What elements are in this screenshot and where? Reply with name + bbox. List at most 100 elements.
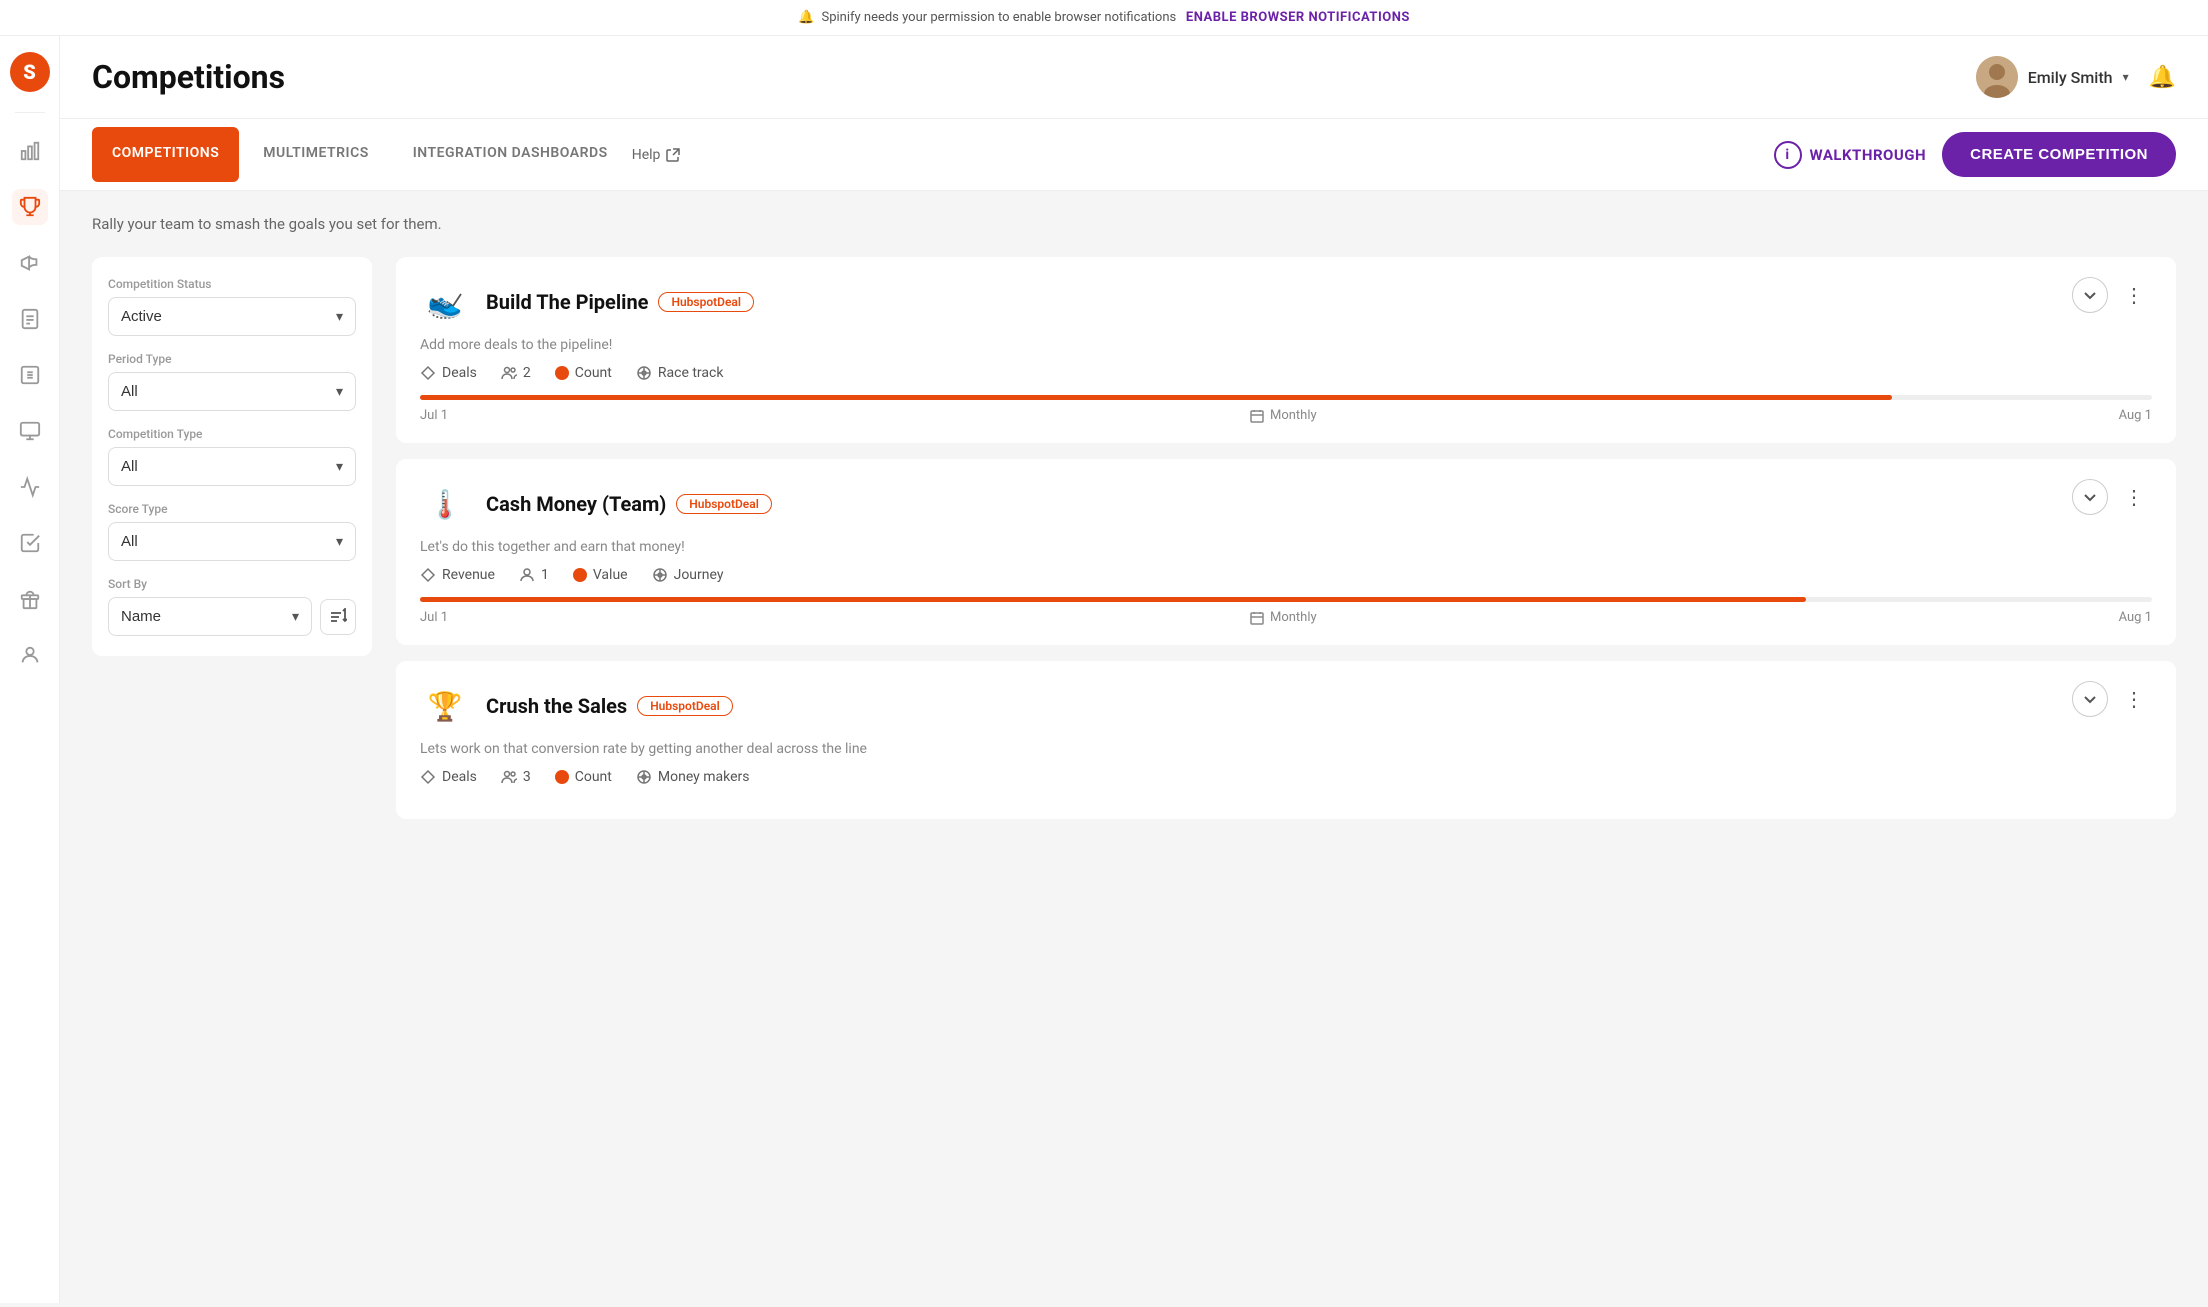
- sort-direction-button[interactable]: [320, 599, 356, 635]
- user-profile[interactable]: Emily Smith ▾: [1976, 56, 2129, 98]
- meta-score-type: Value: [573, 567, 628, 583]
- page-subtitle: Rally your team to smash the goals you s…: [92, 215, 2176, 233]
- tab-competitions[interactable]: COMPETITIONS: [92, 127, 239, 182]
- tab-multimetrics[interactable]: MULTIMETRICS: [243, 127, 389, 182]
- card-meta: Deals 2 Count: [420, 365, 2152, 381]
- card-title-group: Cash Money (Team) HubspotDeal: [486, 492, 772, 516]
- meta-metric: Deals: [420, 365, 477, 381]
- progress-bar: [420, 597, 1806, 602]
- avatar: [1976, 56, 2018, 98]
- tab-integration-dashboards[interactable]: INTEGRATION DASHBOARDS: [393, 127, 628, 182]
- notification-bell-icon[interactable]: 🔔: [2149, 65, 2176, 90]
- sidebar: S: [0, 36, 60, 1303]
- notification-text: Spinify needs your permission to enable …: [821, 10, 1176, 25]
- walkthrough-icon: i: [1774, 141, 1802, 169]
- sort-by-select-wrapper: Name Date Created Start Date End Date ▾: [108, 597, 312, 636]
- header-right: Emily Smith ▾ 🔔: [1976, 56, 2176, 98]
- content-row: Competition Status Active All Inactive S…: [92, 257, 2176, 819]
- meta-label: Deals: [442, 769, 477, 785]
- notification-bar: 🔔 Spinify needs your permission to enabl…: [0, 0, 2208, 36]
- sidebar-item-handshake[interactable]: [12, 525, 48, 561]
- date-end: Aug 1: [2119, 610, 2152, 625]
- card-meta: Deals 3 Count: [420, 769, 2152, 785]
- card-title: Build The Pipeline HubspotDeal: [486, 290, 754, 314]
- sidebar-item-bar-chart[interactable]: [12, 133, 48, 169]
- meta-competition-type: Race track: [636, 365, 724, 381]
- filter-panel: Competition Status Active All Inactive S…: [92, 257, 372, 656]
- sidebar-item-monitor[interactable]: [12, 413, 48, 449]
- card-dates: Jul 1 Monthly Aug 1: [420, 408, 2152, 423]
- sidebar-item-chart-line[interactable]: [12, 469, 48, 505]
- meta-metric: Deals: [420, 769, 477, 785]
- date-period: Monthly: [1250, 610, 1317, 625]
- card-header: 🏆 Crush the Sales HubspotDeal: [420, 681, 2152, 731]
- progress-bar-container: [420, 395, 2152, 400]
- walkthrough-label: WALKTHROUGH: [1810, 146, 1927, 164]
- progress-bar: [420, 395, 1892, 400]
- sidebar-item-report[interactable]: [12, 301, 48, 337]
- period-type-select-wrapper: All Daily Weekly Monthly ▾: [108, 372, 356, 411]
- meta-label: Deals: [442, 365, 477, 381]
- card-more-button[interactable]: ⋮: [2116, 279, 2152, 311]
- card-expand-button[interactable]: [2072, 479, 2108, 515]
- competition-card: 🏆 Crush the Sales HubspotDeal: [396, 661, 2176, 819]
- main-content: Competitions Emily Smith ▾ 🔔 COMPETITION…: [60, 36, 2208, 1303]
- sidebar-logo[interactable]: S: [10, 52, 50, 92]
- card-title-group: Build The Pipeline HubspotDeal: [486, 290, 754, 314]
- user-name: Emily Smith: [2028, 68, 2113, 87]
- notification-bell-icon: 🔔: [798, 10, 814, 25]
- competition-title-text: Build The Pipeline: [486, 290, 648, 314]
- competition-type-select[interactable]: All Individual Team: [109, 448, 355, 485]
- meta-score-label: Count: [575, 769, 612, 785]
- enable-notifications-link[interactable]: ENABLE BROWSER NOTIFICATIONS: [1186, 10, 1410, 25]
- period-type-label: Period Type: [108, 352, 356, 366]
- sidebar-item-megaphone[interactable]: [12, 245, 48, 281]
- competition-status-label: Competition Status: [108, 277, 356, 291]
- competition-icon: 👟: [420, 277, 470, 327]
- score-type-filter: Score Type All Count Value Average ▾: [108, 502, 356, 561]
- user-dropdown-chevron: ▾: [2123, 70, 2129, 84]
- walkthrough-button[interactable]: i WALKTHROUGH: [1774, 141, 1927, 169]
- meta-score-label: Count: [575, 365, 612, 381]
- competition-title-text: Crush the Sales: [486, 694, 627, 718]
- card-more-button[interactable]: ⋮: [2116, 683, 2152, 715]
- meta-type-label: Race track: [658, 365, 724, 381]
- competition-status-filter: Competition Status Active All Inactive S…: [108, 277, 356, 336]
- help-link[interactable]: Help: [632, 147, 681, 163]
- sidebar-item-list[interactable]: [12, 357, 48, 393]
- competition-type-filter: Competition Type All Individual Team ▾: [108, 427, 356, 486]
- sidebar-item-users[interactable]: [12, 637, 48, 673]
- card-expand-button[interactable]: [2072, 681, 2108, 717]
- period-label: Monthly: [1270, 408, 1317, 423]
- period-type-select[interactable]: All Daily Weekly Monthly: [109, 373, 355, 410]
- card-header-left: 🌡️ Cash Money (Team) HubspotDeal: [420, 479, 772, 529]
- card-more-button[interactable]: ⋮: [2116, 481, 2152, 513]
- meta-count: 3: [523, 769, 531, 785]
- meta-metric: Revenue: [420, 567, 495, 583]
- score-type-select[interactable]: All Count Value Average: [109, 523, 355, 560]
- competition-badge: HubspotDeal: [676, 494, 772, 514]
- progress-bar-container: [420, 597, 2152, 602]
- meta-count: 1: [541, 567, 549, 583]
- card-description: Lets work on that conversion rate by get…: [420, 741, 2152, 757]
- competition-badge: HubspotDeal: [637, 696, 733, 716]
- page-title: Competitions: [92, 58, 285, 96]
- help-label: Help: [632, 147, 661, 163]
- card-header-right: ⋮: [2072, 479, 2152, 515]
- sidebar-item-gift[interactable]: [12, 581, 48, 617]
- period-label: Monthly: [1270, 610, 1317, 625]
- meta-type-label: Journey: [674, 567, 724, 583]
- score-type-label: Score Type: [108, 502, 356, 516]
- create-competition-button[interactable]: CREATE COMPETITION: [1942, 132, 2176, 177]
- competition-badge: HubspotDeal: [658, 292, 754, 312]
- meta-score-label: Value: [593, 567, 628, 583]
- sort-by-label: Sort By: [108, 577, 356, 591]
- sidebar-item-trophy[interactable]: [12, 189, 48, 225]
- sort-by-select[interactable]: Name Date Created Start Date End Date: [109, 598, 311, 635]
- card-header-left: 👟 Build The Pipeline HubspotDeal: [420, 277, 754, 327]
- competition-status-select[interactable]: Active All Inactive Scheduled: [109, 298, 355, 335]
- meta-score-type: Count: [555, 365, 612, 381]
- competitions-list: 👟 Build The Pipeline HubspotDeal: [396, 257, 2176, 819]
- card-header-right: ⋮: [2072, 681, 2152, 717]
- card-expand-button[interactable]: [2072, 277, 2108, 313]
